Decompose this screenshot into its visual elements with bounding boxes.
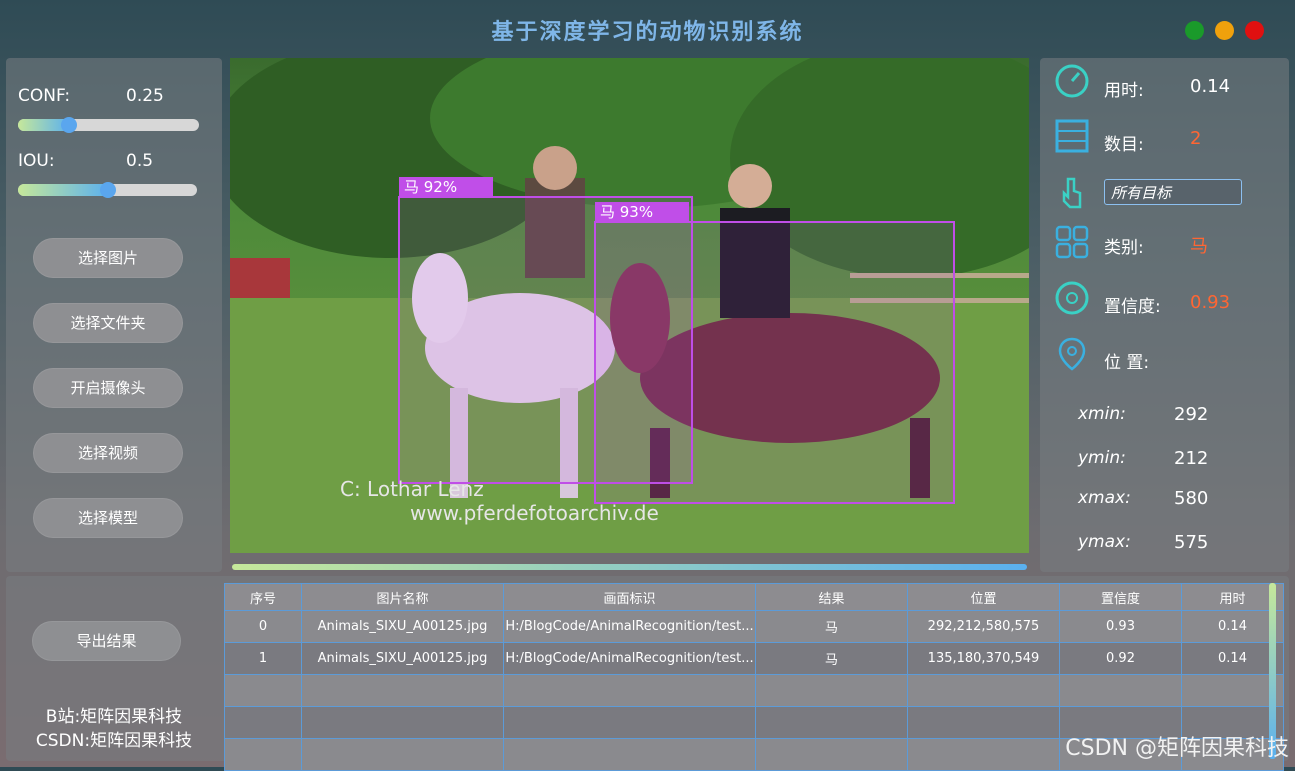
cell-image-name[interactable] — [301, 706, 504, 739]
detection-label: 马 92% — [404, 178, 457, 196]
select-model-button[interactable]: 选择模型 — [33, 498, 183, 538]
select-video-button[interactable]: 选择视频 — [33, 433, 183, 473]
iou-slider[interactable] — [18, 182, 197, 198]
conf-slider-handle[interactable] — [61, 117, 77, 133]
col-header-source[interactable]: 画面标识 — [503, 583, 756, 611]
xmax-value: 580 — [1174, 488, 1209, 509]
progress-bar — [232, 564, 1027, 570]
conf-label: CONF: — [18, 86, 71, 106]
cell-result[interactable]: 马 — [755, 642, 908, 675]
col-header-result[interactable]: 结果 — [755, 583, 908, 611]
cell-confidence[interactable]: 0.92 — [1059, 642, 1182, 675]
open-camera-button[interactable]: 开启摄像头 — [33, 368, 183, 408]
gauge-icon — [1055, 281, 1089, 315]
cell-source[interactable] — [503, 674, 756, 707]
window-title: 基于深度学习的动物识别系统 — [491, 19, 804, 45]
cell-index[interactable] — [224, 706, 302, 739]
time-value: 0.14 — [1190, 76, 1231, 97]
cell-source[interactable] — [503, 738, 756, 771]
watermark: CSDN @矩阵因果科技 — [1065, 736, 1289, 761]
cell-result[interactable] — [755, 738, 908, 771]
col-header-confidence[interactable]: 置信度 — [1059, 583, 1182, 611]
pointer-hand-icon — [1062, 177, 1082, 209]
iou-label: IOU: — [18, 151, 55, 171]
abacus-icon — [1055, 119, 1089, 153]
detection-image-viewer: 马 92% 马 93% C: Lothar Lenz www.pferdefot… — [230, 58, 1029, 553]
cell-image-name[interactable] — [301, 674, 504, 707]
iou-slider-handle[interactable] — [100, 182, 116, 198]
minimize-button[interactable] — [1185, 21, 1204, 40]
cell-index[interactable]: 0 — [224, 610, 302, 643]
speedometer-icon — [1055, 64, 1089, 98]
cell-image-name[interactable] — [301, 738, 504, 771]
target-select[interactable]: 所有目标 — [1104, 179, 1242, 205]
cell-index[interactable]: 1 — [224, 642, 302, 675]
col-header-image-name[interactable]: 图片名称 — [301, 583, 504, 611]
col-header-index[interactable]: 序号 — [224, 583, 302, 611]
credit-bilibili: B站:矩阵因果科技 — [45, 707, 183, 727]
cell-position[interactable]: 292,212,580,575 — [907, 610, 1060, 643]
class-label: 类别: — [1104, 238, 1144, 258]
category-grid-icon — [1055, 225, 1089, 259]
cell-source[interactable] — [503, 706, 756, 739]
table-row[interactable]: 1 Animals_SIXU_A00125.jpg H:/BlogCode/An… — [224, 642, 1284, 675]
location-pin-icon — [1058, 337, 1086, 371]
credit-csdn: CSDN:矩阵因果科技 — [35, 731, 193, 751]
detection-box — [594, 221, 955, 504]
xmax-label: xmax: — [1078, 488, 1131, 508]
cell-result[interactable] — [755, 706, 908, 739]
maximize-button[interactable] — [1215, 21, 1234, 40]
cell-index[interactable] — [224, 738, 302, 771]
cell-result[interactable] — [755, 674, 908, 707]
position-label: 位 置: — [1104, 353, 1150, 373]
cell-confidence[interactable] — [1059, 674, 1182, 707]
cell-position[interactable] — [907, 674, 1060, 707]
ymax-label: ymax: — [1078, 532, 1131, 552]
cell-source[interactable]: H:/BlogCode/AnimalRecognition/test... — [503, 642, 756, 675]
col-header-position[interactable]: 位置 — [907, 583, 1060, 611]
iou-value: 0.5 — [126, 151, 154, 171]
select-image-button[interactable]: 选择图片 — [33, 238, 183, 278]
cell-image-name[interactable]: Animals_SIXU_A00125.jpg — [301, 642, 504, 675]
cell-result[interactable]: 马 — [755, 610, 908, 643]
ymax-value: 575 — [1174, 532, 1209, 553]
table-row[interactable]: 0 Animals_SIXU_A00125.jpg H:/BlogCode/An… — [224, 610, 1284, 643]
cell-confidence[interactable]: 0.93 — [1059, 610, 1182, 643]
count-value: 2 — [1190, 128, 1202, 149]
table-row[interactable] — [224, 674, 1284, 707]
cell-image-name[interactable]: Animals_SIXU_A00125.jpg — [301, 610, 504, 643]
ymin-value: 212 — [1174, 448, 1209, 469]
conf-value: 0.25 — [126, 86, 164, 106]
class-value: 马 — [1190, 236, 1208, 257]
xmin-label: xmin: — [1078, 404, 1126, 424]
confidence-value: 0.93 — [1190, 292, 1231, 313]
cell-position[interactable] — [907, 706, 1060, 739]
select-folder-button[interactable]: 选择文件夹 — [33, 303, 183, 343]
detection-scene: 马 92% 马 93% C: Lothar Lenz www.pferdefot… — [230, 58, 1029, 553]
conf-slider[interactable] — [18, 117, 199, 133]
cell-index[interactable] — [224, 674, 302, 707]
table-header-row: 序号 图片名称 画面标识 结果 位置 置信度 用时 — [224, 583, 1284, 611]
xmin-value: 292 — [1174, 404, 1209, 425]
count-label: 数目: — [1104, 135, 1144, 155]
cell-source[interactable]: H:/BlogCode/AnimalRecognition/test... — [503, 610, 756, 643]
photo-credit-text: C: Lothar Lenz — [340, 477, 484, 501]
ymin-label: ymin: — [1078, 448, 1126, 468]
cell-position[interactable]: 135,180,370,549 — [907, 642, 1060, 675]
time-label: 用时: — [1104, 81, 1144, 101]
confidence-label: 置信度: — [1104, 297, 1161, 317]
cell-position[interactable] — [907, 738, 1060, 771]
detection-label: 马 93% — [600, 203, 653, 221]
iou-slider-fill — [18, 184, 110, 196]
export-results-button[interactable]: 导出结果 — [32, 621, 181, 661]
close-button[interactable] — [1245, 21, 1264, 40]
photo-credit-url: www.pferdefotoarchiv.de — [410, 501, 659, 525]
